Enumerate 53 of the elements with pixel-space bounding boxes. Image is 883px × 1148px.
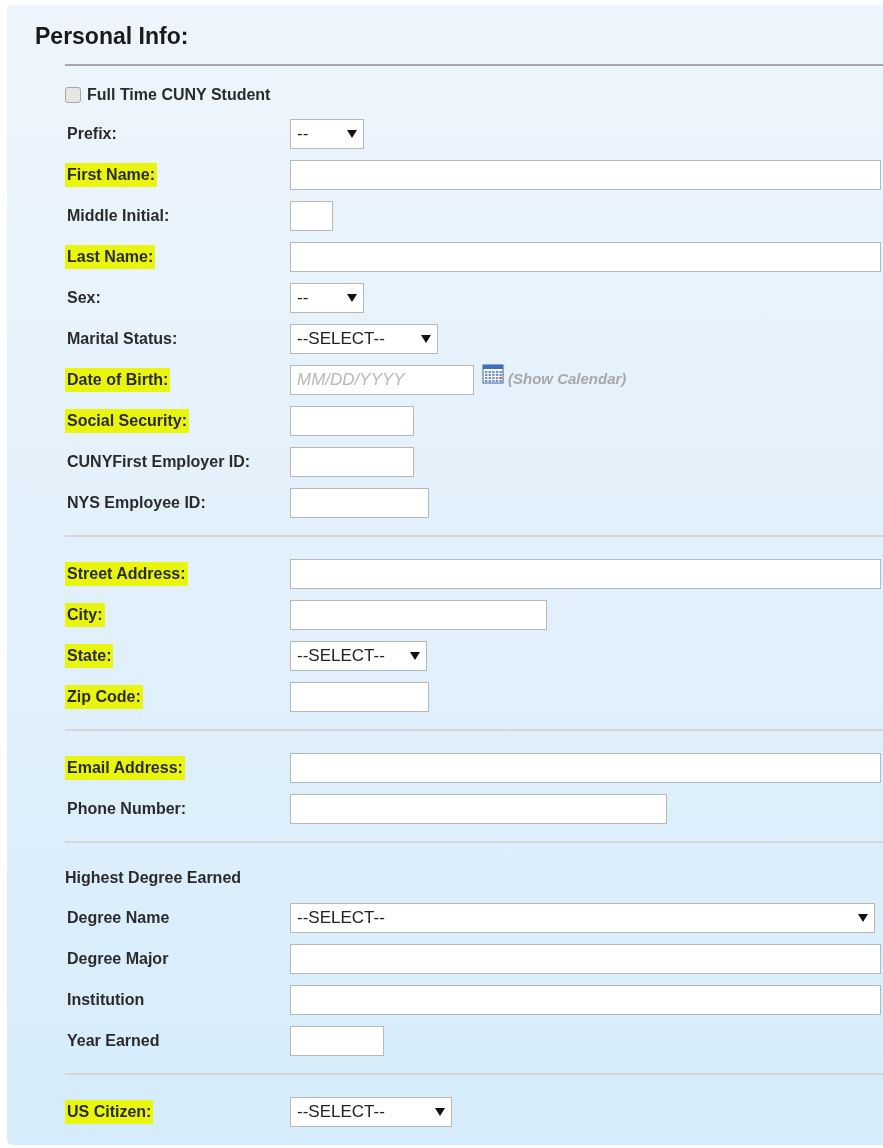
text-field[interactable] <box>290 405 414 436</box>
text-field[interactable] <box>290 943 881 974</box>
text-field[interactable] <box>290 487 429 518</box>
caret-icon <box>858 913 868 922</box>
checkbox[interactable] <box>65 87 81 103</box>
caret-icon <box>410 651 420 660</box>
text-field[interactable] <box>290 793 667 824</box>
field-label: Zip Code: <box>65 684 143 709</box>
text-field[interactable] <box>290 200 333 231</box>
checkbox-label: Full Time CUNY Student <box>87 85 271 105</box>
text-field[interactable] <box>290 558 881 589</box>
field-label: Degree Major <box>66 948 170 969</box>
field-label: Date of Birth: <box>65 367 171 392</box>
field-label: NYS Employee ID: <box>66 492 207 513</box>
field-label: Phone Number: <box>66 798 188 819</box>
text-field[interactable] <box>290 752 881 783</box>
select-field[interactable]: --SELECT-- <box>290 902 875 933</box>
text-field[interactable] <box>290 599 547 630</box>
date-field[interactable]: MM/DD/YYYY <box>290 364 474 395</box>
select-field[interactable]: -- <box>290 282 364 313</box>
section-title: Personal Info: <box>35 22 190 50</box>
select-field[interactable]: --SELECT-- <box>290 1096 452 1127</box>
field-label: Year Earned <box>66 1030 161 1051</box>
caret-icon <box>347 129 357 138</box>
field-label: US Citizen: <box>65 1099 154 1124</box>
group-heading: Highest Degree Earned <box>65 868 242 888</box>
text-field[interactable] <box>290 1025 384 1056</box>
field-label: CUNYFirst Employer ID: <box>66 451 252 472</box>
field-label: State: <box>65 643 114 668</box>
caret-icon <box>435 1107 445 1116</box>
field-label: Last Name: <box>65 244 156 269</box>
text-field[interactable] <box>290 984 881 1015</box>
field-label: Email Address: <box>65 755 185 780</box>
select-field[interactable]: --SELECT-- <box>290 323 438 354</box>
select-field[interactable]: -- <box>290 118 364 149</box>
caret-icon <box>347 293 357 302</box>
field-label: Middle Initial: <box>66 205 171 226</box>
field-label: Prefix: <box>66 123 118 144</box>
text-field[interactable] <box>290 446 414 477</box>
field-label: Marital Status: <box>66 328 179 349</box>
field-label: Social Security: <box>65 408 190 433</box>
calendar-icon[interactable] <box>482 362 504 385</box>
field-label: First Name: <box>65 162 158 187</box>
field-label: Street Address: <box>65 561 188 586</box>
text-field[interactable] <box>290 681 429 712</box>
text-field[interactable] <box>290 241 881 272</box>
caret-icon <box>421 334 431 343</box>
field-label: Sex: <box>66 287 102 308</box>
field-label: Institution <box>66 989 146 1010</box>
field-label: City: <box>65 602 105 627</box>
text-field[interactable] <box>290 159 881 190</box>
select-field[interactable]: --SELECT-- <box>290 640 427 671</box>
field-label: Degree Name <box>66 907 171 928</box>
